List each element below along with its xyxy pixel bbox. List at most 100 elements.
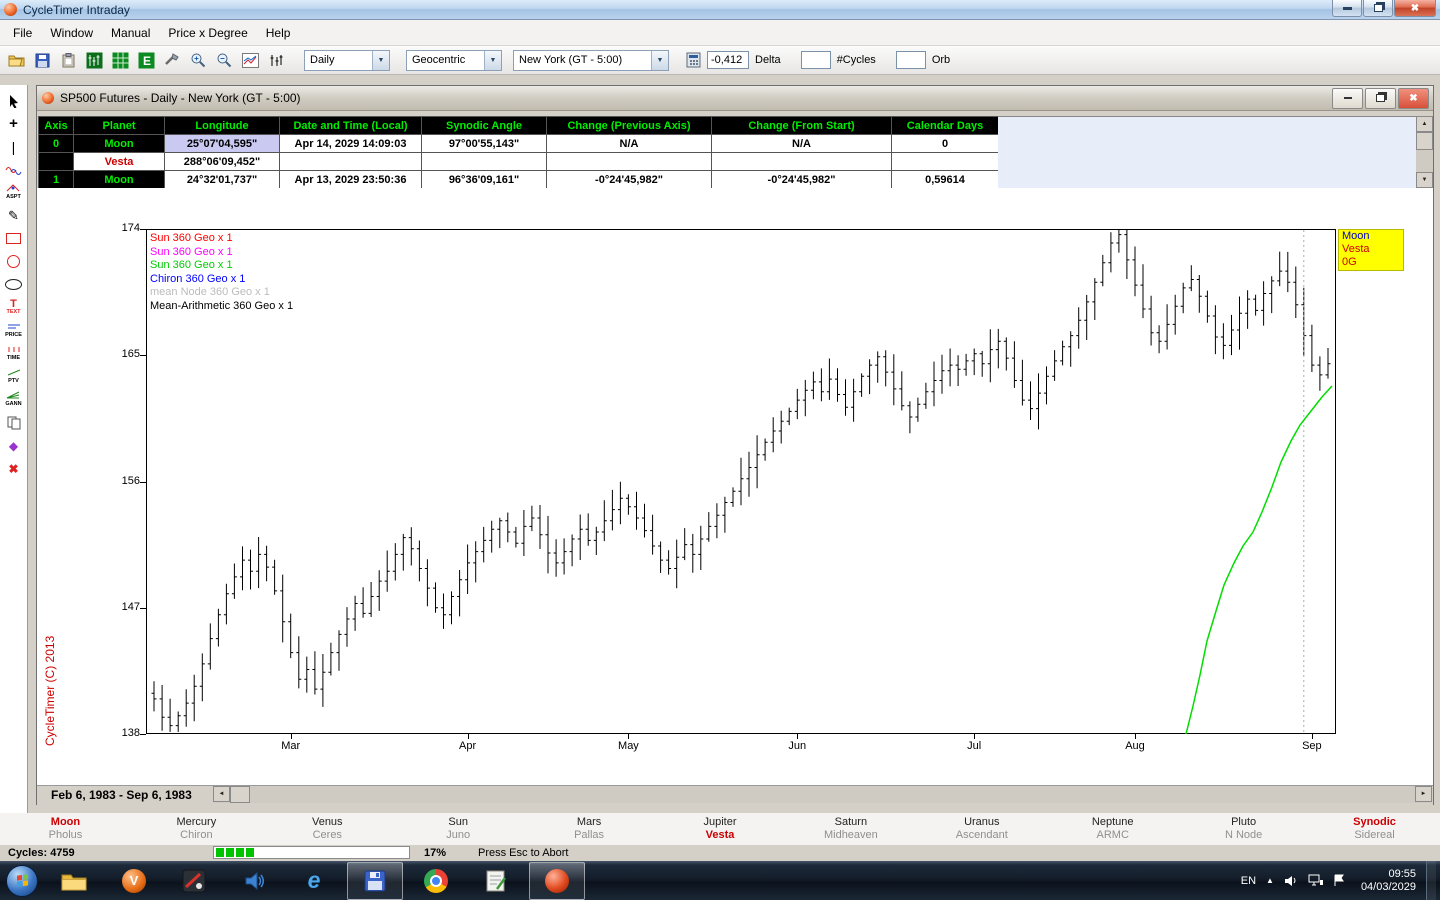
- crosshair-tool-icon[interactable]: +: [1, 112, 27, 135]
- table-vertical-scrollbar[interactable]: ▲ ▼: [1416, 116, 1433, 188]
- taskbar-icon-volume-mixer[interactable]: [227, 863, 281, 899]
- tray-network-icon[interactable]: [1308, 874, 1323, 887]
- planet-label-top[interactable]: Mercury: [131, 816, 262, 829]
- price-chart[interactable]: [146, 229, 1336, 734]
- scroll-down-icon[interactable]: ▼: [1416, 172, 1433, 188]
- rectangle-tool-icon[interactable]: [1, 227, 27, 250]
- grid-icon[interactable]: [108, 48, 132, 72]
- planet-panel-column[interactable]: MoonPholus: [0, 813, 131, 845]
- gann-tool-icon[interactable]: GANN: [1, 388, 27, 411]
- planet-panel-column[interactable]: SynodicSidereal: [1309, 813, 1440, 845]
- save-icon[interactable]: [30, 48, 54, 72]
- planet-panel-column[interactable]: UranusAscendant: [916, 813, 1047, 845]
- price-tool-icon[interactable]: PRICE: [1, 319, 27, 342]
- chart-minimize-button[interactable]: [1332, 88, 1363, 109]
- menu-window[interactable]: Window: [41, 22, 102, 44]
- planet-label-bottom[interactable]: Pholus: [0, 829, 131, 842]
- hscrollbar-track[interactable]: [250, 786, 1415, 803]
- menu-help[interactable]: Help: [257, 22, 300, 44]
- time-tool-icon[interactable]: TIME: [1, 342, 27, 365]
- vertical-line-tool-icon[interactable]: |: [1, 135, 27, 158]
- planet-panel-column[interactable]: SunJuno: [393, 813, 524, 845]
- tools-icon[interactable]: [160, 48, 184, 72]
- planet-label-top[interactable]: Moon: [0, 816, 131, 829]
- taskbar-icon-internet-explorer[interactable]: e: [287, 863, 341, 899]
- pointer-tool-icon[interactable]: [1, 89, 27, 112]
- planet-label-top[interactable]: Jupiter: [655, 816, 786, 829]
- planet-label-top[interactable]: Sun: [393, 816, 524, 829]
- menu-manual[interactable]: Manual: [102, 22, 159, 44]
- timezone-dropdown[interactable]: New York (GT - 5:00)▼: [513, 50, 669, 71]
- delta-input[interactable]: -0,412: [707, 51, 749, 69]
- planet-label-top[interactable]: Uranus: [916, 816, 1047, 829]
- planet-label-bottom[interactable]: Ceres: [262, 829, 393, 842]
- planet-label-bottom[interactable]: Ascendant: [916, 829, 1047, 842]
- hscrollbar-thumb[interactable]: [230, 786, 250, 803]
- chart-restore-button[interactable]: [1365, 88, 1396, 109]
- open-icon[interactable]: [4, 48, 28, 72]
- planet-label-bottom[interactable]: ARMC: [1047, 829, 1178, 842]
- scroll-left-icon[interactable]: ◄: [213, 786, 230, 802]
- copy-tool-icon[interactable]: [1, 411, 27, 434]
- planet-label-bottom[interactable]: Sidereal: [1309, 829, 1440, 842]
- delete-tool-icon[interactable]: ✖: [1, 457, 27, 480]
- planet-label-bottom[interactable]: Pallas: [524, 829, 655, 842]
- planet-label-top[interactable]: Mars: [524, 816, 655, 829]
- hidden-icons-chevron[interactable]: ▲: [1266, 876, 1274, 885]
- zoom-in-icon[interactable]: [186, 48, 210, 72]
- planet-label-top[interactable]: Saturn: [785, 816, 916, 829]
- taskbar-icon-explorer[interactable]: [47, 863, 101, 899]
- chart-horizontal-scrollbar[interactable]: ◄ ►: [213, 786, 1432, 803]
- planet-panel-column[interactable]: MarsPallas: [524, 813, 655, 845]
- planet-panel-column[interactable]: MercuryChiron: [131, 813, 262, 845]
- ephemeris-icon[interactable]: E: [134, 48, 158, 72]
- wave-tool-icon[interactable]: [1, 158, 27, 181]
- text-tool-icon[interactable]: T TEXT: [1, 296, 27, 319]
- planet-panel-column[interactable]: PlutoN Node: [1178, 813, 1309, 845]
- planet-label-bottom[interactable]: Vesta: [655, 829, 786, 842]
- diamond-tool-icon[interactable]: ◆: [1, 434, 27, 457]
- planet-label-bottom[interactable]: N Node: [1178, 829, 1309, 842]
- tray-clock[interactable]: 09:55 04/03/2029: [1361, 868, 1416, 894]
- restore-button[interactable]: [1363, 0, 1393, 17]
- planet-label-bottom[interactable]: Midheaven: [785, 829, 916, 842]
- ohlc-bars-icon[interactable]: [264, 48, 288, 72]
- orb-input[interactable]: [896, 51, 926, 69]
- line-chart-icon[interactable]: [238, 48, 262, 72]
- aspect-tool-icon[interactable]: ASPT: [1, 181, 27, 204]
- planet-label-bottom[interactable]: Juno: [393, 829, 524, 842]
- minimize-button[interactable]: [1332, 0, 1362, 17]
- language-indicator[interactable]: EN: [1241, 875, 1256, 887]
- zoom-out-icon[interactable]: [212, 48, 236, 72]
- taskbar-icon-notes[interactable]: [469, 863, 523, 899]
- start-button[interactable]: [0, 861, 44, 900]
- close-button[interactable]: ✖: [1394, 0, 1436, 17]
- taskbar-icon-media-player[interactable]: V: [107, 863, 161, 899]
- taskbar-icon-app-dark[interactable]: [167, 863, 221, 899]
- planet-panel-column[interactable]: SaturnMidheaven: [785, 813, 916, 845]
- show-desktop-button[interactable]: [1426, 861, 1436, 900]
- ellipse-tool-icon[interactable]: [1, 273, 27, 296]
- menu-price-x-degree[interactable]: Price x Degree: [159, 22, 256, 44]
- taskbar-icon-chrome[interactable]: [409, 863, 463, 899]
- clipboard-icon[interactable]: [56, 48, 80, 72]
- tray-action-center-icon[interactable]: [1333, 874, 1345, 887]
- scroll-right-icon[interactable]: ►: [1415, 786, 1432, 802]
- planet-label-top[interactable]: Synodic: [1309, 816, 1440, 829]
- taskbar-icon-cycletimer[interactable]: [529, 862, 585, 900]
- circle-tool-icon[interactable]: [1, 250, 27, 273]
- scrollbar-thumb[interactable]: [1416, 132, 1433, 150]
- coordinate-system-dropdown[interactable]: Geocentric▼: [406, 50, 502, 71]
- scroll-up-icon[interactable]: ▲: [1416, 116, 1433, 132]
- chart-close-button[interactable]: ✖: [1398, 88, 1429, 109]
- planet-panel-column[interactable]: VenusCeres: [262, 813, 393, 845]
- chart-candles-icon[interactable]: [82, 48, 106, 72]
- pencil-tool-icon[interactable]: ✎: [1, 204, 27, 227]
- ptv-tool-icon[interactable]: PTV: [1, 365, 27, 388]
- planet-label-top[interactable]: Neptune: [1047, 816, 1178, 829]
- tray-volume-icon[interactable]: [1284, 874, 1298, 887]
- planet-label-top[interactable]: Venus: [262, 816, 393, 829]
- planet-panel-column[interactable]: NeptuneARMC: [1047, 813, 1178, 845]
- menu-file[interactable]: File: [4, 22, 41, 44]
- cycles-input[interactable]: [801, 51, 831, 69]
